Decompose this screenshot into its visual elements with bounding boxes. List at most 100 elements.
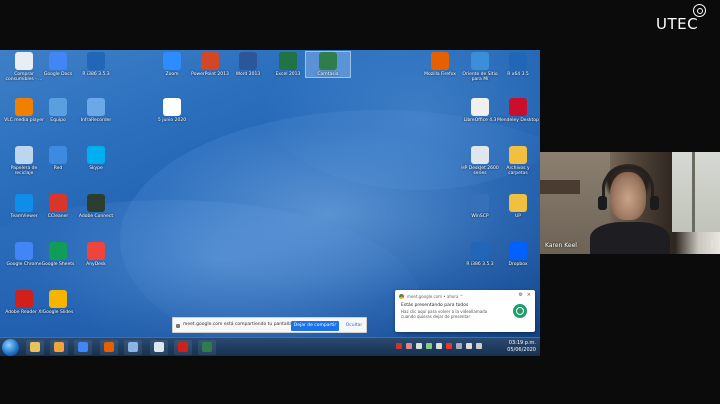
desktop-icon[interactable]: InfraRecorder bbox=[74, 98, 118, 123]
camtasia-icon bbox=[202, 342, 212, 352]
chrome-icon bbox=[15, 242, 33, 260]
desktop-icon[interactable]: Archivos y carpetas bbox=[496, 146, 540, 176]
teamviewer-icon bbox=[15, 194, 33, 212]
notification-source: meet.google.com • ahora ^ bbox=[407, 294, 464, 299]
desktop-icon[interactable]: R x64 3.5 bbox=[496, 52, 540, 77]
desktop-icon-label: Mozilla Firefox bbox=[424, 72, 456, 77]
tray-icon[interactable] bbox=[436, 343, 442, 349]
participant-name: Karen Keel bbox=[545, 242, 577, 249]
libreoffice-icon bbox=[471, 98, 489, 116]
pdf-icon bbox=[15, 290, 33, 308]
taskbar-pdf-button[interactable] bbox=[174, 340, 192, 355]
desktop-icon[interactable]: 5 junio 2020 bbox=[150, 98, 194, 123]
gear-icon[interactable]: ⚙ bbox=[519, 292, 523, 298]
taskbar-clock[interactable]: 03:19 p.m. 05/06/2020 bbox=[496, 340, 536, 354]
ccleaner-icon bbox=[49, 194, 67, 212]
connect-icon bbox=[87, 194, 105, 212]
media-player-icon bbox=[54, 342, 64, 352]
utec-logo-icon bbox=[693, 4, 706, 17]
desktop-icon-label: R x64 3.5 bbox=[507, 72, 529, 77]
desktop-icon[interactable]: Word 2013 bbox=[226, 52, 270, 77]
share-indicator-icon bbox=[176, 324, 180, 328]
desktop-icon-label: Camtasia bbox=[317, 72, 339, 77]
hide-button[interactable]: Ocultar bbox=[343, 321, 365, 331]
desktop-icon[interactable]: R i386 3.5.3 bbox=[74, 52, 118, 77]
presenting-notification[interactable]: meet.google.com • ahora ^ ⚙ × Estás pres… bbox=[395, 290, 535, 332]
participant-video-tile[interactable] bbox=[540, 152, 720, 254]
docs-icon bbox=[49, 52, 67, 70]
printer-icon bbox=[15, 52, 33, 70]
desktop-icon[interactable]: Camtasia bbox=[305, 51, 351, 78]
desktop-icon[interactable]: Excel 2013 bbox=[266, 52, 310, 77]
document-icon bbox=[163, 98, 181, 116]
document-icon bbox=[154, 342, 164, 352]
system-tray: 03:19 p.m. 05/06/2020 bbox=[390, 338, 540, 357]
close-icon[interactable]: × bbox=[527, 292, 531, 298]
network-icon bbox=[128, 342, 138, 352]
slides-icon bbox=[49, 290, 67, 308]
tray-icon[interactable] bbox=[406, 343, 412, 349]
word-icon bbox=[239, 52, 257, 70]
winscp-icon bbox=[471, 194, 489, 212]
desktop-icon-label: Mendeley Desktop bbox=[497, 118, 539, 123]
folder-icon bbox=[30, 342, 40, 352]
taskbar-camtasia-button[interactable] bbox=[198, 340, 216, 355]
start-button[interactable] bbox=[2, 339, 19, 356]
tray-icon[interactable] bbox=[396, 343, 402, 349]
taskbar-media-button[interactable] bbox=[50, 340, 68, 355]
r-icon bbox=[509, 52, 527, 70]
tray-icon[interactable] bbox=[476, 343, 482, 349]
tray-icon[interactable] bbox=[426, 343, 432, 349]
notification-body: Haz clic aquí para volver a la videollam… bbox=[401, 309, 488, 319]
desktop-icon-label: Adobe Connect bbox=[78, 214, 114, 219]
participant-body bbox=[590, 222, 670, 254]
taskbar-chrome-button[interactable] bbox=[74, 340, 92, 355]
tray-icon[interactable] bbox=[456, 343, 462, 349]
clock-date: 05/06/2020 bbox=[507, 347, 536, 353]
desktop-icon[interactable]: Adobe Connect bbox=[74, 194, 118, 219]
desktop-icon-label: Word 2013 bbox=[235, 72, 261, 77]
headset-icon bbox=[602, 166, 654, 210]
desktop-icon[interactable]: Skype bbox=[74, 146, 118, 171]
taskbar-explorer-button[interactable] bbox=[26, 340, 44, 355]
desktop-icon-label: Skype bbox=[89, 166, 103, 171]
desktop-icon-label: Google Slides bbox=[42, 310, 74, 315]
skype-icon bbox=[87, 146, 105, 164]
background-window bbox=[672, 152, 720, 232]
folder-icon bbox=[509, 194, 527, 212]
desktop-icon-label: 5 junio 2020 bbox=[157, 118, 187, 123]
video-call-view: Comprar consumibles - ... Google Docs R i3… bbox=[0, 0, 720, 404]
meet-icon bbox=[513, 304, 527, 318]
desktop-icon[interactable]: UP bbox=[496, 194, 540, 219]
taskbar: 03:19 p.m. 05/06/2020 bbox=[0, 337, 540, 356]
desktop-icon[interactable]: Mendeley Desktop bbox=[496, 98, 540, 123]
screen-share-banner: meet.google.com está compartiendo tu pan… bbox=[172, 317, 367, 333]
desktop-icon[interactable]: AnyDesk bbox=[74, 242, 118, 267]
desktop-icon[interactable]: Google Slides bbox=[36, 290, 80, 315]
firefox-icon bbox=[104, 342, 114, 352]
headset-earcup bbox=[650, 196, 659, 210]
clock-time: 03:19 p.m. bbox=[508, 340, 536, 346]
desktop-icon-label: Excel 2013 bbox=[275, 72, 301, 77]
anydesk-icon bbox=[87, 242, 105, 260]
tray-icon[interactable] bbox=[466, 343, 472, 349]
desktop-icon-label: InfraRecorder bbox=[80, 118, 112, 123]
tray-icon[interactable] bbox=[416, 343, 422, 349]
tray-icon[interactable] bbox=[446, 343, 452, 349]
network-icon bbox=[49, 146, 67, 164]
desktop-icon[interactable]: Mozilla Firefox bbox=[418, 52, 462, 77]
desktop-icon-label: UP bbox=[514, 214, 521, 219]
desktop-icon-label: Dropbox bbox=[508, 262, 528, 267]
taskbar-firefox-button[interactable] bbox=[100, 340, 118, 355]
share-message: meet.google.com está compartiendo tu pan… bbox=[183, 322, 294, 327]
sheets-icon bbox=[49, 242, 67, 260]
printer-icon bbox=[471, 146, 489, 164]
headset-earcup bbox=[598, 196, 607, 210]
taskbar-network-button[interactable] bbox=[124, 340, 142, 355]
pdf-icon bbox=[178, 342, 188, 352]
background-shelf bbox=[540, 180, 580, 194]
taskbar-notepad-button[interactable] bbox=[150, 340, 168, 355]
desktop-icon[interactable]: Dropbox bbox=[496, 242, 540, 267]
stop-sharing-button[interactable]: Dejar de compartir bbox=[291, 321, 339, 331]
more-options-icon[interactable]: ⋮ bbox=[708, 240, 716, 249]
